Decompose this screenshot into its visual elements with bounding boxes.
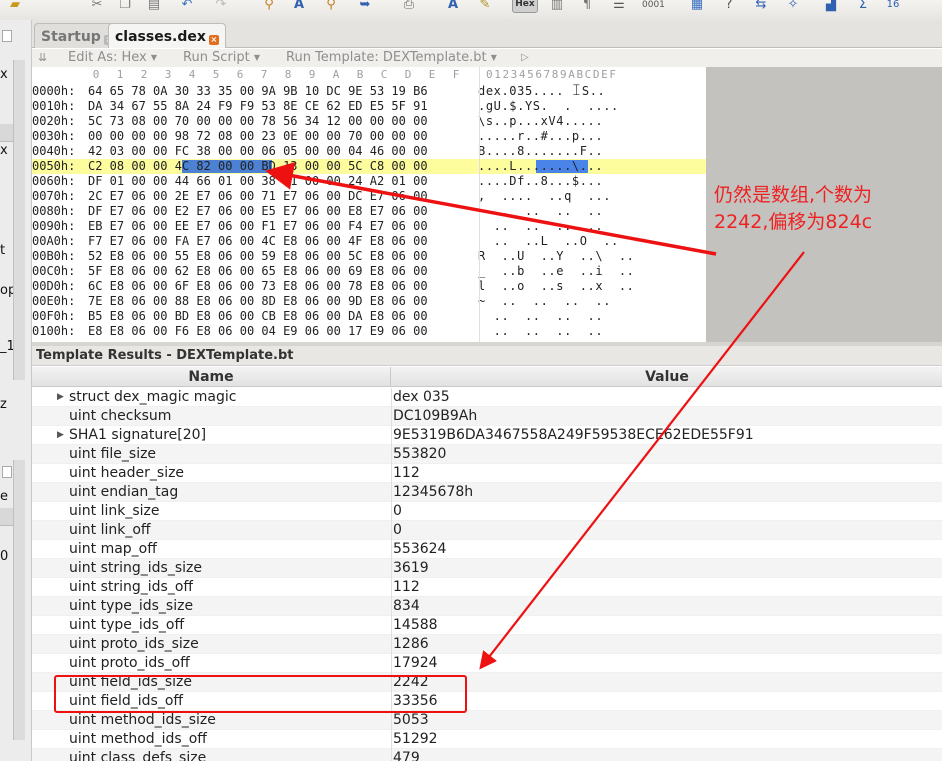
arrow-to-bytes [265, 162, 717, 256]
annotation-arrows [265, 162, 805, 670]
arrow-to-fields [479, 251, 805, 670]
